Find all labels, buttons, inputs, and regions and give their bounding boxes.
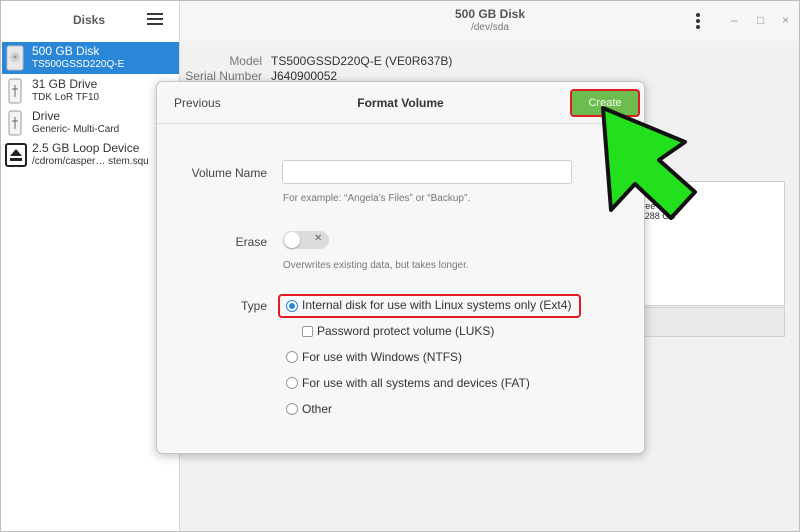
disk-title: 500 GB Disk [454,7,526,21]
dialog-header: Previous Format Volume Create [157,82,644,124]
hard-disk-icon [6,45,24,71]
volume-name-input[interactable] [282,160,572,184]
device-item-500gb-disk[interactable]: 500 GB Disk TS500GSSD220Q-E [2,42,179,74]
erase-label: Erase [235,235,267,249]
sidebar: Disks 500 GB Disk TS500GSSD220Q-E 31 GB … [1,1,180,531]
device-name: 2.5 GB Loop Device [32,141,140,155]
device-name: Drive [32,109,61,123]
toggle-knob [284,232,300,248]
device-model: Generic- Multi-Card [32,124,120,135]
option-other-label[interactable]: Other [302,402,332,416]
model-label: Model [229,54,262,68]
radio-fat[interactable] [286,377,298,389]
volume-name-hint: For example: “Angela’s Files” or “Backup… [283,193,471,204]
option-ext4-label[interactable]: Internal disk for use with Linux systems… [302,298,571,312]
usb-drive-icon [8,78,22,104]
device-item-loop-device[interactable]: 2.5 GB Loop Device /cdrom/casper… stem.s… [2,139,179,171]
radio-ext4[interactable] [286,300,298,312]
luks-checkbox[interactable] [302,326,313,337]
erase-hint: Overwrites existing data, but takes long… [283,260,469,271]
option-luks-label[interactable]: Password protect volume (LUKS) [317,324,494,338]
radio-ntfs[interactable] [286,351,298,363]
device-model: TDK LoR TF10 [32,92,100,103]
app-window: Disks 500 GB Disk TS500GSSD220Q-E 31 GB … [0,0,800,532]
device-model: TS500GSSD220Q-E [32,59,125,70]
usb-drive-icon [8,110,22,136]
radio-other[interactable] [286,403,298,415]
green-arrow-icon [601,106,697,220]
maximize-icon[interactable]: □ [757,13,764,27]
minimize-icon[interactable]: – [731,13,738,27]
device-name: 500 GB Disk [32,44,100,58]
model-value: TS500GSSD220Q-E (VE0R637B) [271,54,453,68]
format-volume-dialog: Previous Format Volume Create Volume Nam… [156,81,645,454]
device-model: /cdrom/casper… stem.squ [32,156,149,167]
kebab-menu-icon[interactable] [695,13,701,29]
close-icon[interactable]: × [782,13,789,27]
option-fat-label[interactable]: For use with all systems and devices (FA… [302,376,530,390]
option-ntfs-label[interactable]: For use with Windows (NTFS) [302,350,462,364]
device-name: 31 GB Drive [32,77,98,91]
volume-name-label: Volume Name [191,166,267,180]
type-label: Type [240,299,267,313]
header-bar: 500 GB Disk /dev/sda – □ × [180,1,799,41]
disk-path: /dev/sda [471,22,509,33]
toggle-off-icon: ✕ [314,233,323,244]
hamburger-menu-icon[interactable] [147,13,163,27]
device-item-drive[interactable]: Drive Generic- Multi-Card [2,107,179,139]
device-item-31gb-drive[interactable]: 31 GB Drive TDK LoR TF10 [2,75,179,107]
sidebar-header: Disks [1,1,180,41]
erase-toggle[interactable]: ✕ [283,231,329,249]
eject-icon [5,143,27,167]
